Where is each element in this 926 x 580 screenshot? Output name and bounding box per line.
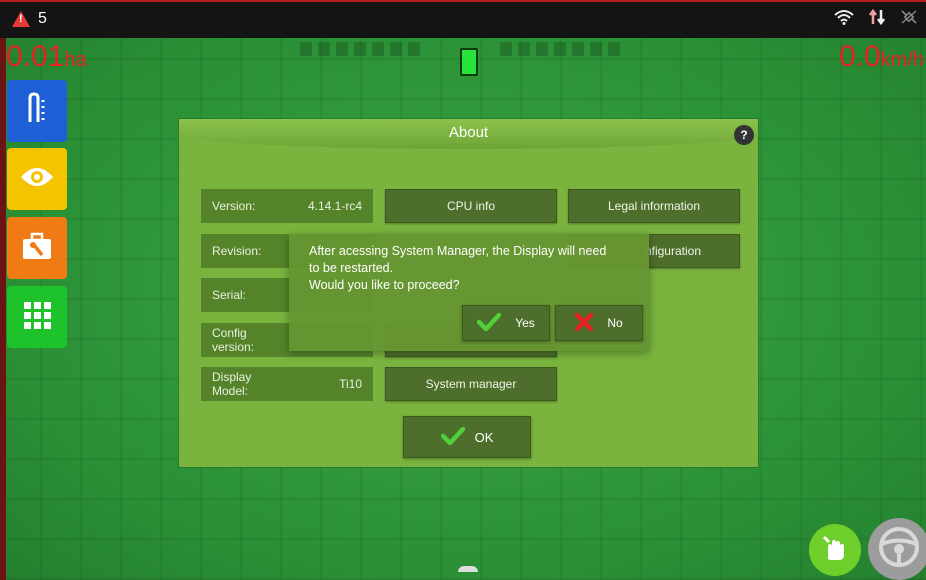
section-indicator [372,42,384,56]
confirm-message-line1: After acessing System Manager, the Displ… [309,244,607,258]
yes-button[interactable]: Yes [462,305,550,341]
center-section-indicator [460,48,478,76]
config-label-line1: Config [212,326,247,340]
sidebar-button-view[interactable] [7,148,67,210]
eye-icon [19,165,55,194]
version-value: 4.14.1-rc4 [307,199,362,213]
sidebar-button-implement[interactable] [7,80,67,142]
section-indicator [390,42,402,56]
area-readout: 0.01ha [6,40,87,77]
confirm-message: After acessing System Manager, the Displ… [309,243,644,294]
section-indicator [318,42,330,56]
section-indicators [300,42,420,56]
section-indicator [354,42,366,56]
section-indicators-right [500,42,620,56]
section-indicator [554,42,566,56]
section-indicator [536,42,548,56]
confirm-message-line2: to be restarted. [309,261,394,275]
check-icon [476,312,502,334]
legal-information-button[interactable]: Legal information [568,189,740,223]
autosteer-button[interactable] [868,518,926,580]
hand-wrench-icon [820,533,850,568]
check-icon [440,426,465,448]
area-value: 0.01 [6,40,65,73]
about-title: About [448,124,489,141]
apps-grid-icon [22,300,52,335]
transfer-icon [868,8,886,30]
speed-readout: 0.0km/h [839,40,924,77]
serial-label: Serial: [212,288,247,302]
cpu-info-button[interactable]: CPU info [385,189,557,223]
wifi-icon [834,9,854,30]
warning-icon [12,11,30,27]
display-model-row: Display Model: Ti10 [201,367,373,401]
confirm-message-line3: Would you like to proceed? [309,278,460,292]
speed-value: 0.0 [838,40,881,73]
model-label-line1: Display [212,370,252,384]
area-unit: ha [64,49,87,71]
screen-frame [0,0,6,580]
status-bar: 5 [0,0,926,38]
alert-count: 5 [38,10,47,27]
manual-override-button[interactable] [809,524,861,576]
speed-unit: km/h [880,49,924,71]
section-indicator [500,42,512,56]
satellite-icon [900,9,918,30]
confirm-dialog: After acessing System Manager, the Displ… [289,234,649,351]
model-label-line2: Model: [212,384,249,398]
section-indicator [300,42,312,56]
section-indicator [336,42,348,56]
implement-icon [24,91,50,131]
sidebar-button-tools[interactable] [7,217,67,279]
section-indicator [572,42,584,56]
bottom-drawer-handle[interactable] [458,566,478,572]
display-model-label: Display Model: [212,370,251,398]
section-indicator [608,42,620,56]
config-version-label: Config version: [212,326,254,354]
section-indicator [518,42,530,56]
x-icon [575,312,594,334]
no-button[interactable]: No [555,305,643,341]
no-label: No [607,316,623,330]
ok-button[interactable]: OK [403,416,531,458]
system-manager-button[interactable]: System manager [385,367,557,401]
toolbox-icon [20,231,54,266]
section-indicator [408,42,420,56]
yes-label: Yes [515,316,535,330]
ok-label: OK [474,429,494,445]
section-indicator [590,42,602,56]
help-button[interactable]: ? [734,125,754,145]
alert-indicator[interactable]: 5 [12,10,47,28]
config-label-line2: version: [212,340,255,354]
steering-wheel-icon [877,525,921,574]
status-icons [834,8,918,30]
display-model-value: Ti10 [339,377,362,391]
sidebar-button-apps[interactable] [7,286,67,348]
revision-label: Revision: [212,244,262,258]
version-label: Version: [212,199,256,213]
version-row: Version: 4.14.1-rc4 [201,189,373,223]
